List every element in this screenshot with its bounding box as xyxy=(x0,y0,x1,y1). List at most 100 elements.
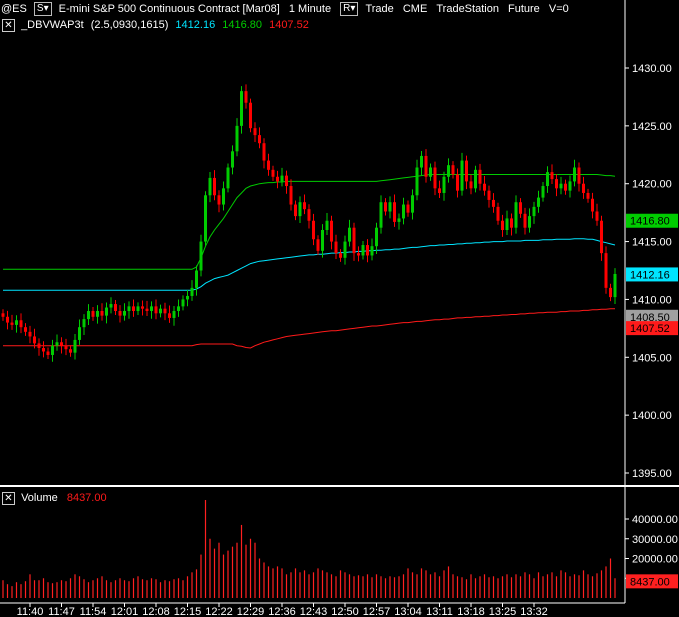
candle-body xyxy=(532,206,536,217)
time-tick-label: 12:01 xyxy=(111,606,139,617)
candle-body xyxy=(136,306,140,311)
candle-body xyxy=(231,151,234,168)
candle-body xyxy=(208,177,212,196)
vwap-line xyxy=(3,238,616,291)
time-tick-label: 12:36 xyxy=(268,606,296,617)
candle-body xyxy=(555,179,558,189)
candle-body xyxy=(87,311,90,320)
candle-body xyxy=(375,227,378,247)
candle-body xyxy=(55,342,59,346)
chart-window: @ES S▾ E-mini S&P 500 Continuous Contrac… xyxy=(0,0,679,617)
price-volume-chart[interactable]: 1430.00 1425.00 1420.00 1415.00 1410.00 1405.… xyxy=(0,0,679,617)
candle-body xyxy=(51,345,54,355)
candle-body xyxy=(154,306,158,314)
price-marker-label: 1407.52 xyxy=(630,323,670,335)
candle-body xyxy=(586,192,590,199)
candle-body xyxy=(514,202,518,228)
candle-body xyxy=(181,299,185,307)
time-tick-label: 12:50 xyxy=(331,606,359,617)
candle-body xyxy=(109,304,113,308)
candle-body xyxy=(501,220,504,230)
candle-body xyxy=(456,174,459,191)
candle-body xyxy=(447,165,450,177)
candle-body xyxy=(141,306,144,309)
time-tick-label: 13:11 xyxy=(426,606,453,617)
candle-body xyxy=(145,308,149,311)
price-tick-label: 1425.00 xyxy=(632,121,672,133)
candle-body xyxy=(505,218,509,230)
time-tick-label: 11:54 xyxy=(80,606,107,617)
price-tick-label: 1400.00 xyxy=(632,410,672,422)
volume-marker-label: 8437.00 xyxy=(630,576,670,588)
candle-body xyxy=(541,186,545,198)
candle-body xyxy=(289,186,293,205)
candle-body xyxy=(523,213,527,228)
time-tick-label: 11:40 xyxy=(17,606,44,617)
candle-body xyxy=(609,287,612,298)
time-tick-label: 13:25 xyxy=(489,606,517,617)
candle-body xyxy=(100,311,104,316)
candle-body xyxy=(492,199,495,207)
candle-body xyxy=(294,204,297,217)
candle-body xyxy=(573,167,576,182)
candle-body xyxy=(411,195,414,213)
candle-body xyxy=(46,351,50,355)
time-tick-label: 11:47 xyxy=(48,606,75,617)
candle-body xyxy=(415,167,419,196)
candle-body xyxy=(195,270,198,288)
time-tick-label: 12:29 xyxy=(237,606,265,617)
candle-body xyxy=(15,320,18,325)
time-tick-label: 12:43 xyxy=(300,606,328,617)
candle-body xyxy=(325,220,329,230)
candle-body xyxy=(537,197,540,207)
candle-body xyxy=(190,287,194,296)
time-tick-label: 12:15 xyxy=(174,606,202,617)
price-tick-label: 1430.00 xyxy=(632,63,672,75)
price-tick-label: 1410.00 xyxy=(632,294,672,306)
candle-body xyxy=(262,143,266,161)
candle-body xyxy=(213,177,216,196)
candle-body xyxy=(483,183,486,191)
candle-body xyxy=(600,220,603,254)
candle-body xyxy=(303,202,306,210)
candle-body xyxy=(298,202,302,217)
candle-body xyxy=(253,128,257,136)
candle-body xyxy=(28,331,32,337)
candle-body xyxy=(177,306,180,311)
candle-body xyxy=(60,342,63,346)
candle-body xyxy=(267,160,270,170)
candle-body xyxy=(478,169,482,184)
candle-body xyxy=(559,183,563,189)
candle-body xyxy=(343,241,347,258)
candle-body xyxy=(613,273,617,298)
volume-tick-label: 30000.00 xyxy=(632,534,678,546)
candle-body xyxy=(73,339,77,353)
candle-body xyxy=(10,322,14,325)
price-tick-label: 1395.00 xyxy=(632,468,672,480)
candle-body xyxy=(33,336,36,344)
candle-body xyxy=(163,308,167,314)
candle-body xyxy=(132,306,135,311)
price-marker-label: 1416.80 xyxy=(630,216,670,228)
candle-body xyxy=(330,220,333,242)
candle-body xyxy=(280,175,284,182)
candle-body xyxy=(384,202,387,212)
candle-body xyxy=(348,227,351,242)
candle-body xyxy=(604,253,608,288)
candle-body xyxy=(69,349,72,353)
candle-body xyxy=(24,327,27,332)
candle-body xyxy=(217,195,221,205)
candle-body xyxy=(168,313,171,318)
candle-body xyxy=(150,306,153,311)
time-tick-label: 13:32 xyxy=(520,606,548,617)
candle-body xyxy=(393,202,396,222)
candle-body xyxy=(276,176,279,182)
candle-body xyxy=(420,155,423,168)
candle-body xyxy=(186,295,189,300)
candle-body xyxy=(114,304,117,311)
volume-tick-label: 20000.00 xyxy=(632,554,678,566)
candle-body xyxy=(6,316,9,323)
candle-body xyxy=(204,195,207,242)
candle-body xyxy=(123,311,126,316)
candle-body xyxy=(424,155,428,177)
